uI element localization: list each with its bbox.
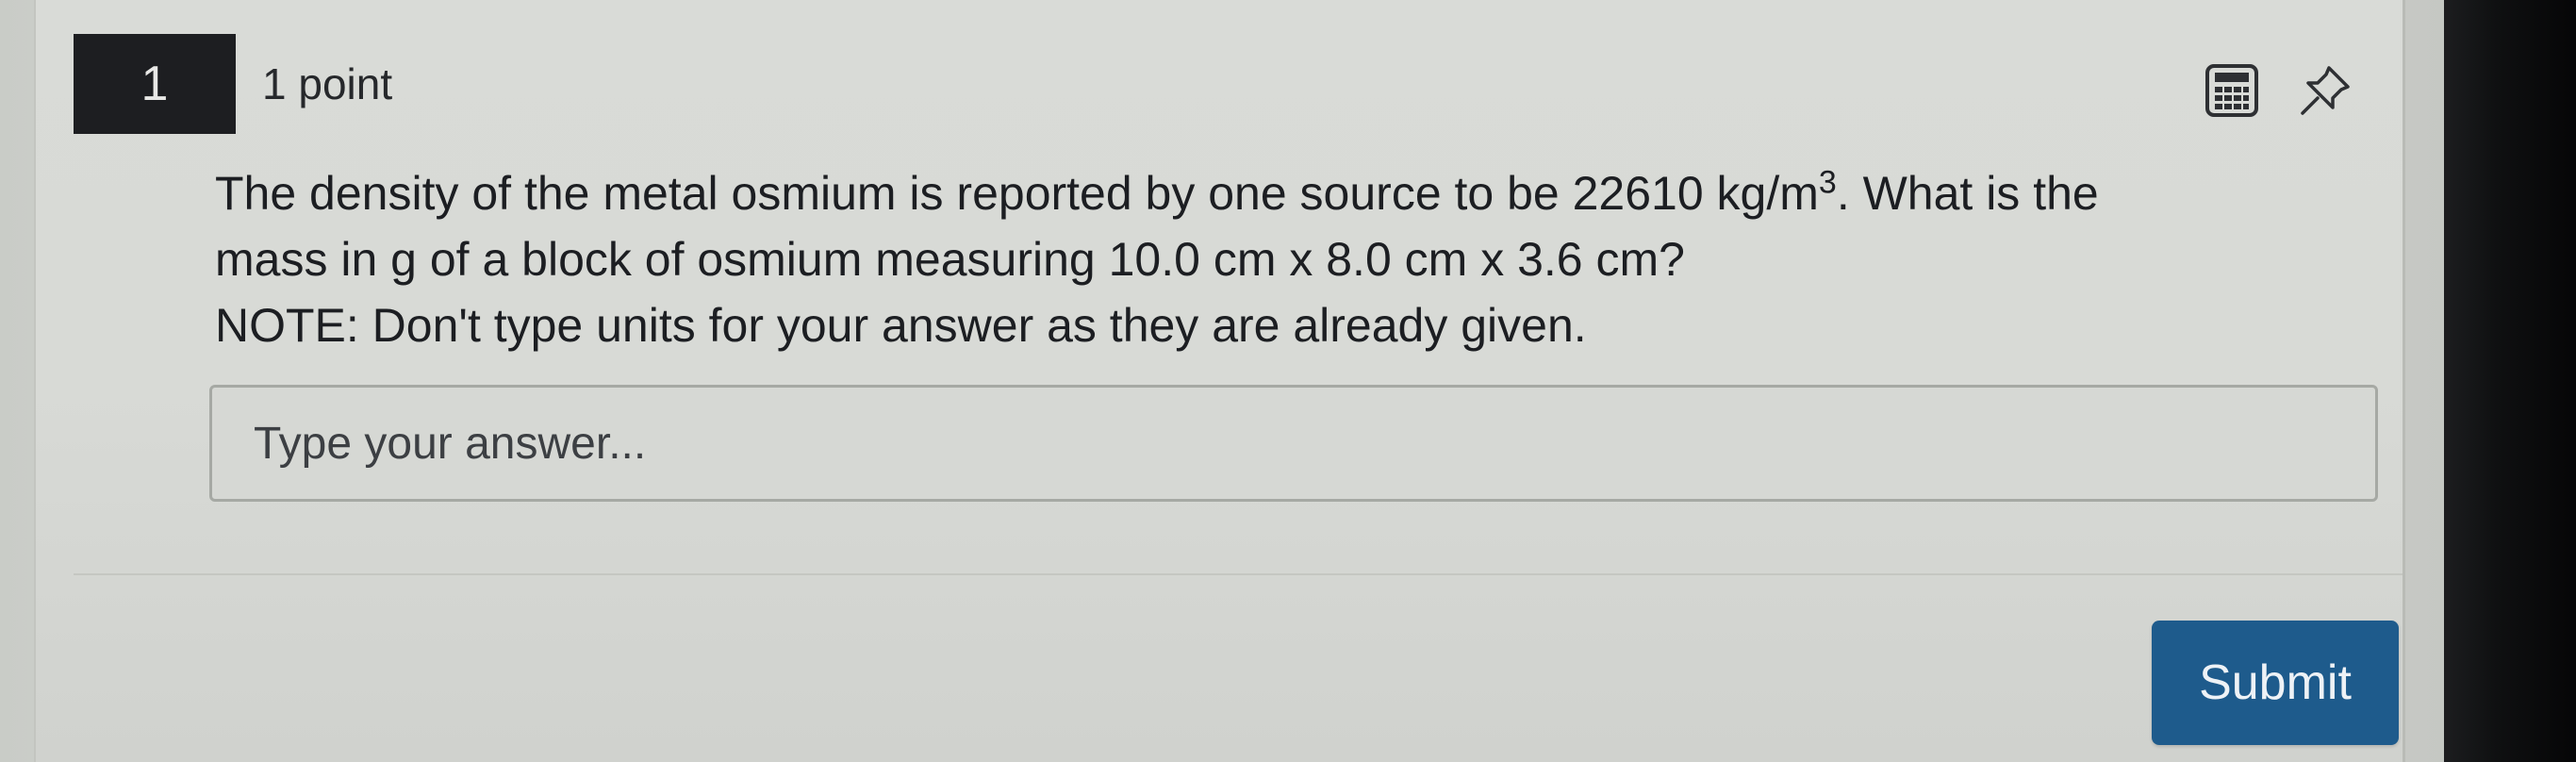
question-points: 1 point <box>262 59 393 108</box>
question-note: NOTE: Don't type units for your answer a… <box>215 299 1587 352</box>
submit-button[interactable]: Submit <box>2152 621 2399 745</box>
answer-input[interactable] <box>209 385 2378 502</box>
pin-icon[interactable] <box>2297 62 2353 119</box>
card-divider <box>74 573 2403 575</box>
question-number-badge: 1 <box>74 34 236 134</box>
screen-background: 1 1 point The density of the metal osmiu… <box>0 0 2576 762</box>
question-text: The density of the metal osmium is repor… <box>215 160 2327 358</box>
question-card: 1 1 point The density of the metal osmiu… <box>34 0 2405 762</box>
question-line-1: The density of the metal osmium is repor… <box>215 164 2099 220</box>
calculator-icon[interactable] <box>2204 63 2259 118</box>
screen-bezel <box>2444 0 2576 762</box>
question-line-2: mass in g of a block of osmium measuring… <box>215 233 1685 286</box>
cubed-superscript: 3 <box>1818 164 1837 201</box>
question-tools <box>2204 62 2353 119</box>
